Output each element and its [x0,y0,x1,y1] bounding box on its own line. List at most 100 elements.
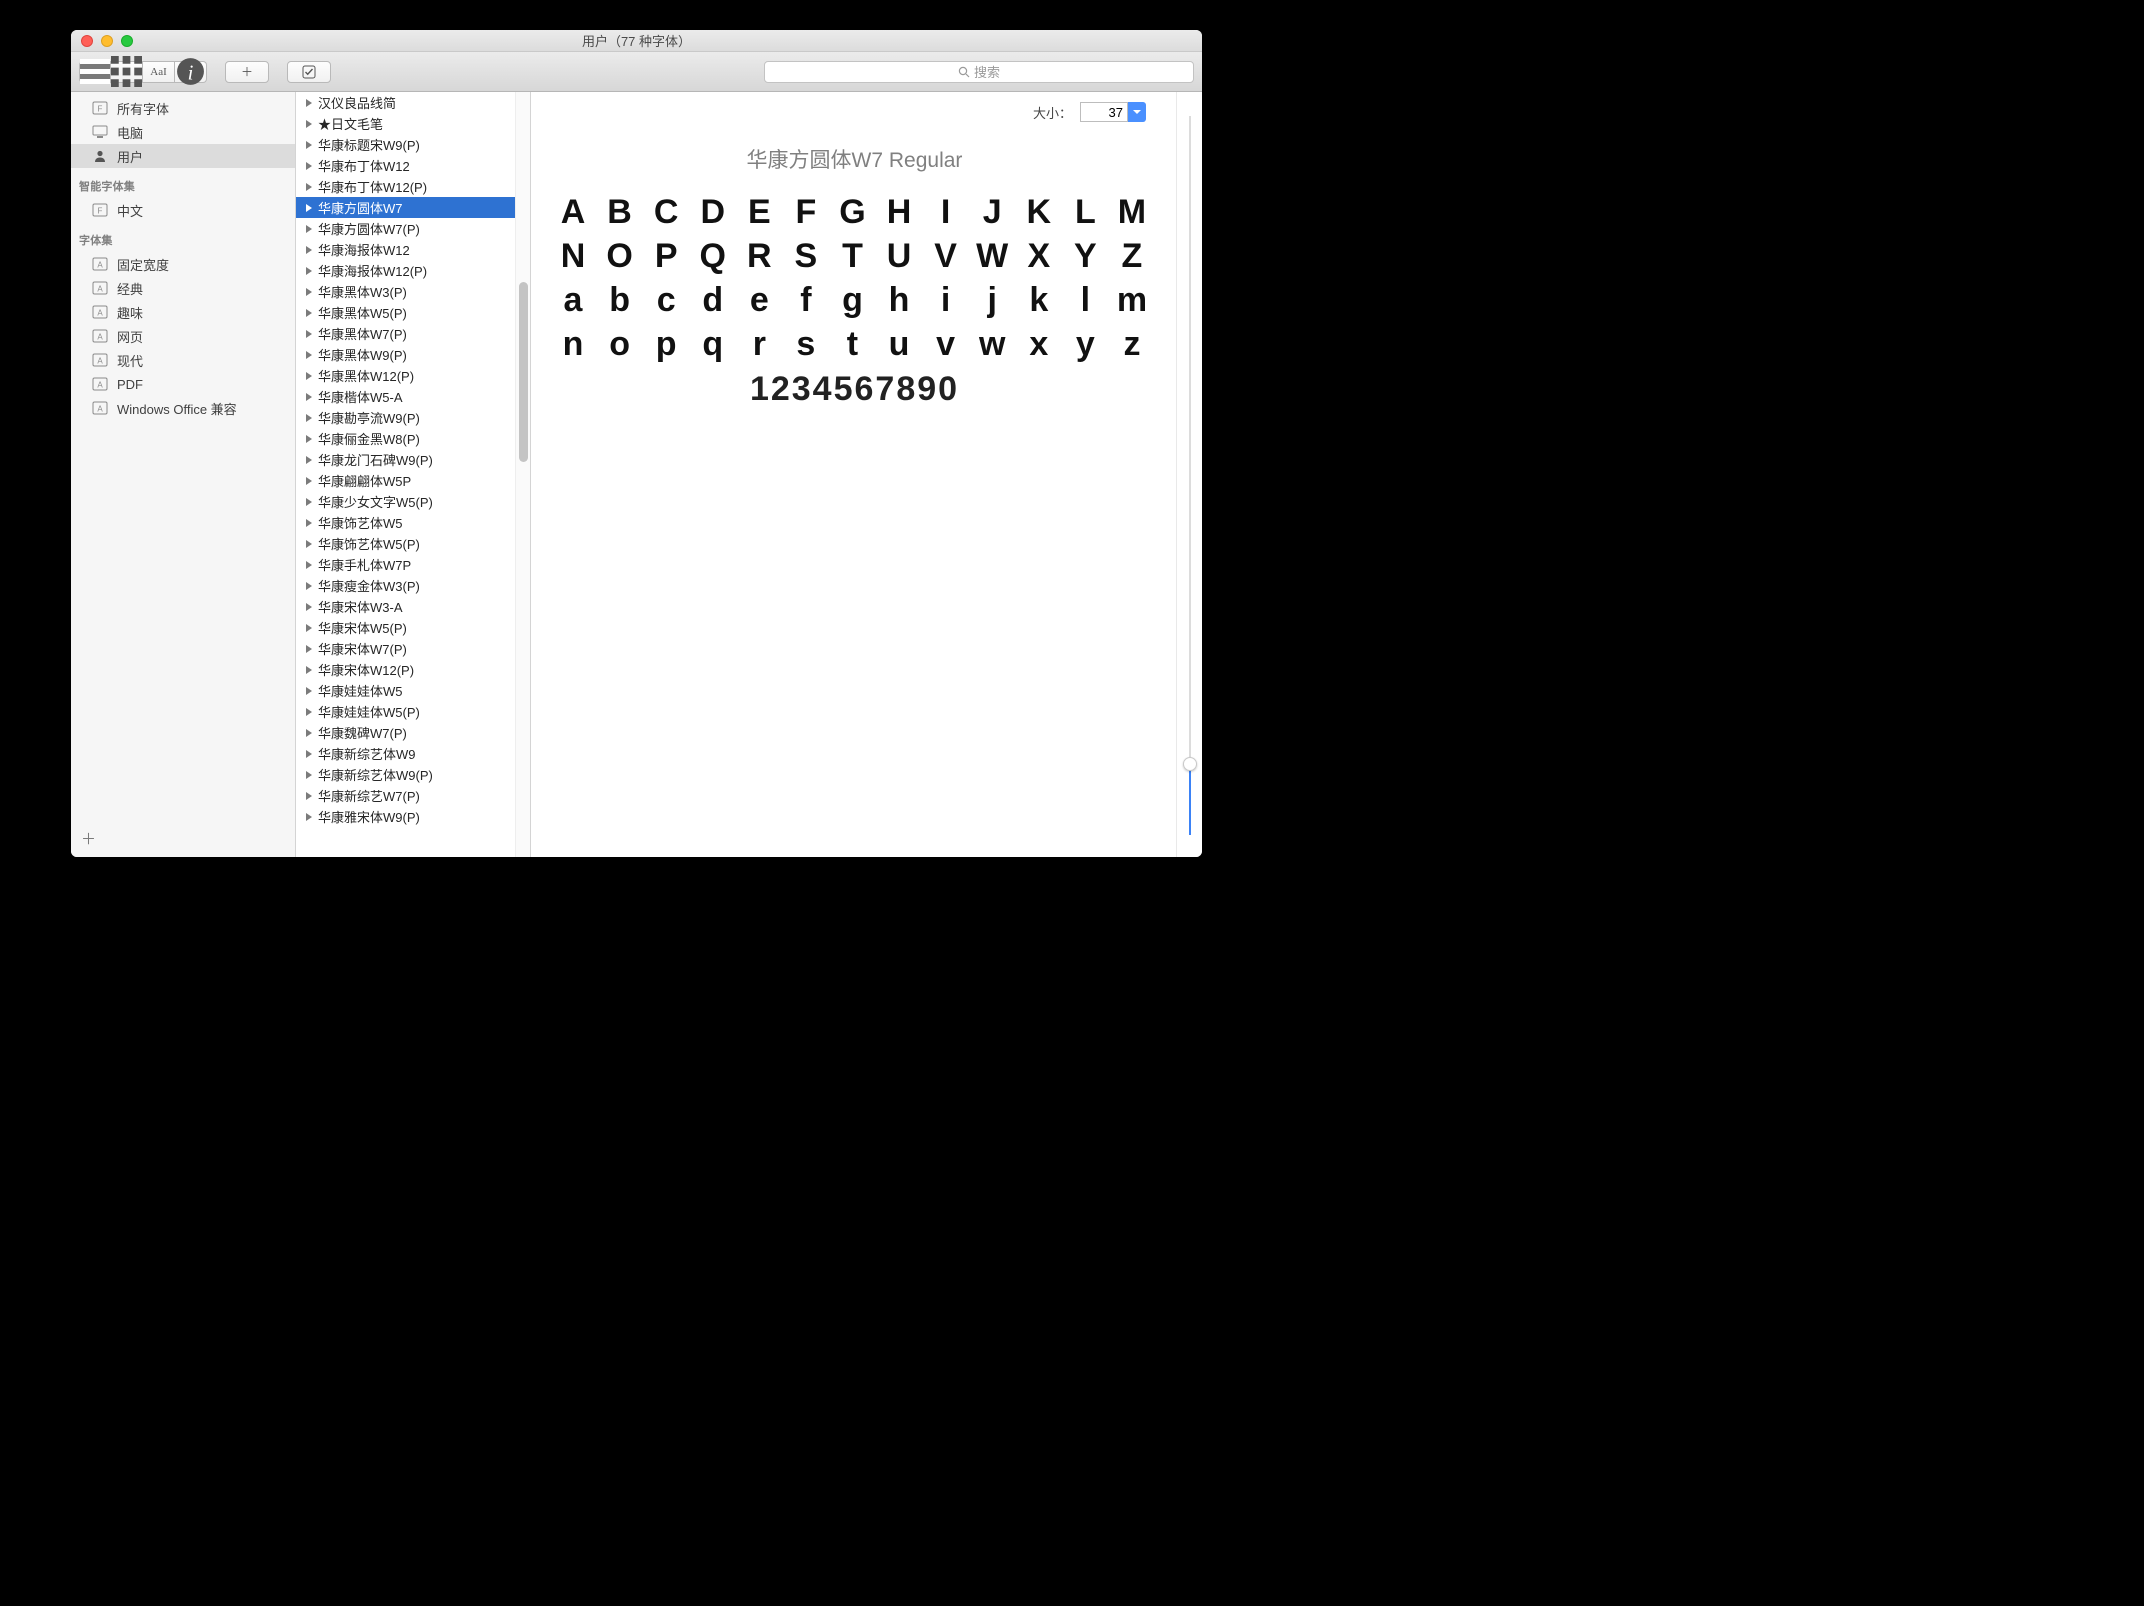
font-name: 华康宋体W5(P) [318,618,407,637]
font-name: 华康饰艺体W5(P) [318,534,420,553]
glyph: T [834,234,874,278]
scrollbar-thumb[interactable] [519,282,528,462]
sidebar-item-经典[interactable]: A经典 [71,276,295,300]
glyph: Q [695,234,735,278]
set-icon: A [91,353,109,367]
font-list-scrollbar[interactable] [515,92,530,857]
font-row[interactable]: 华康黑体W3(P) [296,281,530,302]
font-row[interactable]: 华康宋体W7(P) [296,638,530,659]
sidebar-item-电脑[interactable]: 电脑 [71,120,295,144]
search-placeholder: 搜索 [974,62,1000,81]
sidebar-item-所有字体[interactable]: F所有字体 [71,96,295,120]
glyph: s [788,322,828,366]
sidebar-item-用户[interactable]: 用户 [71,144,295,168]
add-collection-button[interactable]: ＋ [81,828,96,849]
sidebar-item-PDF[interactable]: APDF [71,372,295,396]
sidebar-item-中文[interactable]: F中文 [71,198,295,222]
font-row[interactable]: 华康海报体W12 [296,239,530,260]
glyph: y [1067,322,1107,366]
set-icon: A [91,281,109,295]
disclosure-icon [306,120,312,128]
font-row[interactable]: 华康雅宋体W9(P) [296,806,530,827]
view-grid-button[interactable] [111,61,143,83]
glyph: D [695,190,735,234]
slider-knob[interactable] [1183,757,1197,771]
glyph: U [881,234,921,278]
font-row[interactable]: 华康海报体W12(P) [296,260,530,281]
font-row[interactable]: 华康俪金黑W8(P) [296,428,530,449]
glyph: r [741,322,781,366]
font-sets-header: 字体集 [71,222,295,252]
font-row[interactable]: 华康新综艺体W9(P) [296,764,530,785]
disclosure-icon [306,792,312,800]
font-row[interactable]: 华康布丁体W12 [296,155,530,176]
font-row[interactable]: 华康饰艺体W5(P) [296,533,530,554]
sidebar-item-现代[interactable]: A现代 [71,348,295,372]
svg-text:A: A [97,357,103,366]
disclosure-icon [306,99,312,107]
font-name: 汉仪良品线简 [318,93,396,112]
view-sample-button[interactable]: AaI [143,61,175,83]
disclosure-icon [306,687,312,695]
font-row[interactable]: ★日文毛笔 [296,113,530,134]
svg-text:A: A [97,261,103,270]
font-row[interactable]: 华康饰艺体W5 [296,512,530,533]
font-row[interactable]: 汉仪良品线简 [296,92,530,113]
disclosure-icon [306,246,312,254]
sidebar-item-网页[interactable]: A网页 [71,324,295,348]
sidebar-item-Windows Office 兼容[interactable]: AWindows Office 兼容 [71,396,295,420]
glyph: u [881,322,921,366]
glyph: B [602,190,642,234]
font-row[interactable]: 华康龙门石碑W9(P) [296,449,530,470]
font-row[interactable]: 华康黑体W12(P) [296,365,530,386]
font-row[interactable]: 华康楷体W5-A [296,386,530,407]
font-name: 华康少女文字W5(P) [318,492,433,511]
set-icon: A [91,377,109,391]
font-row[interactable]: 华康黑体W5(P) [296,302,530,323]
font-list[interactable]: 汉仪良品线简★日文毛笔华康标题宋W9(P)华康布丁体W12华康布丁体W12(P)… [296,92,531,857]
font-name: 华康布丁体W12 [318,156,410,175]
glyph: f [788,278,828,322]
font-row[interactable]: 华康娃娃体W5 [296,680,530,701]
font-row[interactable]: 华康布丁体W12(P) [296,176,530,197]
disclosure-icon [306,540,312,548]
font-row[interactable]: 华康新综艺W7(P) [296,785,530,806]
view-list-button[interactable] [79,61,111,83]
font-row[interactable]: 华康新综艺体W9 [296,743,530,764]
sidebar-item-固定宽度[interactable]: A固定宽度 [71,252,295,276]
info-button[interactable]: i [175,61,207,83]
disclosure-icon [306,813,312,821]
set-icon: A [91,257,109,271]
font-row[interactable]: 华康宋体W12(P) [296,659,530,680]
validate-button[interactable] [287,61,331,83]
font-row[interactable]: 华康瘦金体W3(P) [296,575,530,596]
font-row[interactable]: 华康少女文字W5(P) [296,491,530,512]
font-row[interactable]: 华康勘亭流W9(P) [296,407,530,428]
glyph: t [834,322,874,366]
add-button[interactable]: ＋ [225,61,269,83]
glyph: i [928,278,968,322]
size-input[interactable] [1080,102,1128,122]
search-field[interactable]: 搜索 [764,61,1194,83]
titlebar: 用户（77 种字体） [71,30,1202,52]
glyph: v [928,322,968,366]
font-row[interactable]: 华康手札体W7P [296,554,530,575]
sidebar-item-趣味[interactable]: A趣味 [71,300,295,324]
size-slider[interactable] [1176,92,1202,857]
font-row[interactable]: 华康黑体W9(P) [296,344,530,365]
disclosure-icon [306,498,312,506]
font-row[interactable]: 华康翩翩体W5P [296,470,530,491]
font-row[interactable]: 华康方圆体W7 [296,197,530,218]
svg-text:A: A [97,285,103,294]
font-name: 华康新综艺W7(P) [318,786,420,805]
font-row[interactable]: 华康宋体W3-A [296,596,530,617]
font-row[interactable]: 华康魏碑W7(P) [296,722,530,743]
font-row[interactable]: 华康方圆体W7(P) [296,218,530,239]
size-stepper[interactable] [1128,102,1146,122]
glyph: Z [1114,234,1154,278]
glyph: K [1021,190,1061,234]
font-row[interactable]: 华康标题宋W9(P) [296,134,530,155]
font-row[interactable]: 华康黑体W7(P) [296,323,530,344]
font-row[interactable]: 华康宋体W5(P) [296,617,530,638]
font-row[interactable]: 华康娃娃体W5(P) [296,701,530,722]
